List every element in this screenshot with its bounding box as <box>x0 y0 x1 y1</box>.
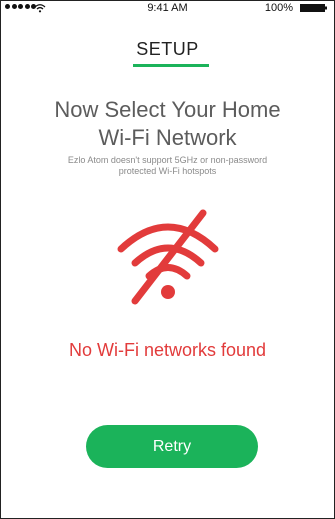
instruction-subtext: Ezlo Atom doesn't support 5GHz or non-pa… <box>41 155 294 177</box>
retry-button[interactable]: Retry <box>86 425 258 468</box>
subtext-line-2: protected Wi-Fi hotspots <box>118 166 217 176</box>
page-title: SETUP <box>136 39 199 59</box>
subtext-line-1: Ezlo Atom doesn't support 5GHz or non-pa… <box>67 155 268 165</box>
heading-line-2: Wi-Fi Network <box>98 125 237 150</box>
no-networks-message: No Wi-Fi networks found <box>68 340 267 360</box>
heading-line-1: Now Select Your Home <box>54 97 281 122</box>
wifi-off-icon <box>117 209 219 305</box>
phone-screen: 9:41 AM 100% SETUP Now Select Your Home … <box>0 0 335 519</box>
battery-percentage: 100% <box>264 2 293 14</box>
battery-icon <box>300 4 327 12</box>
status-bar: 9:41 AM 100% <box>1 1 334 17</box>
instruction-heading: Now Select Your Home Wi-Fi Network <box>1 96 334 152</box>
title-underline <box>133 64 209 67</box>
